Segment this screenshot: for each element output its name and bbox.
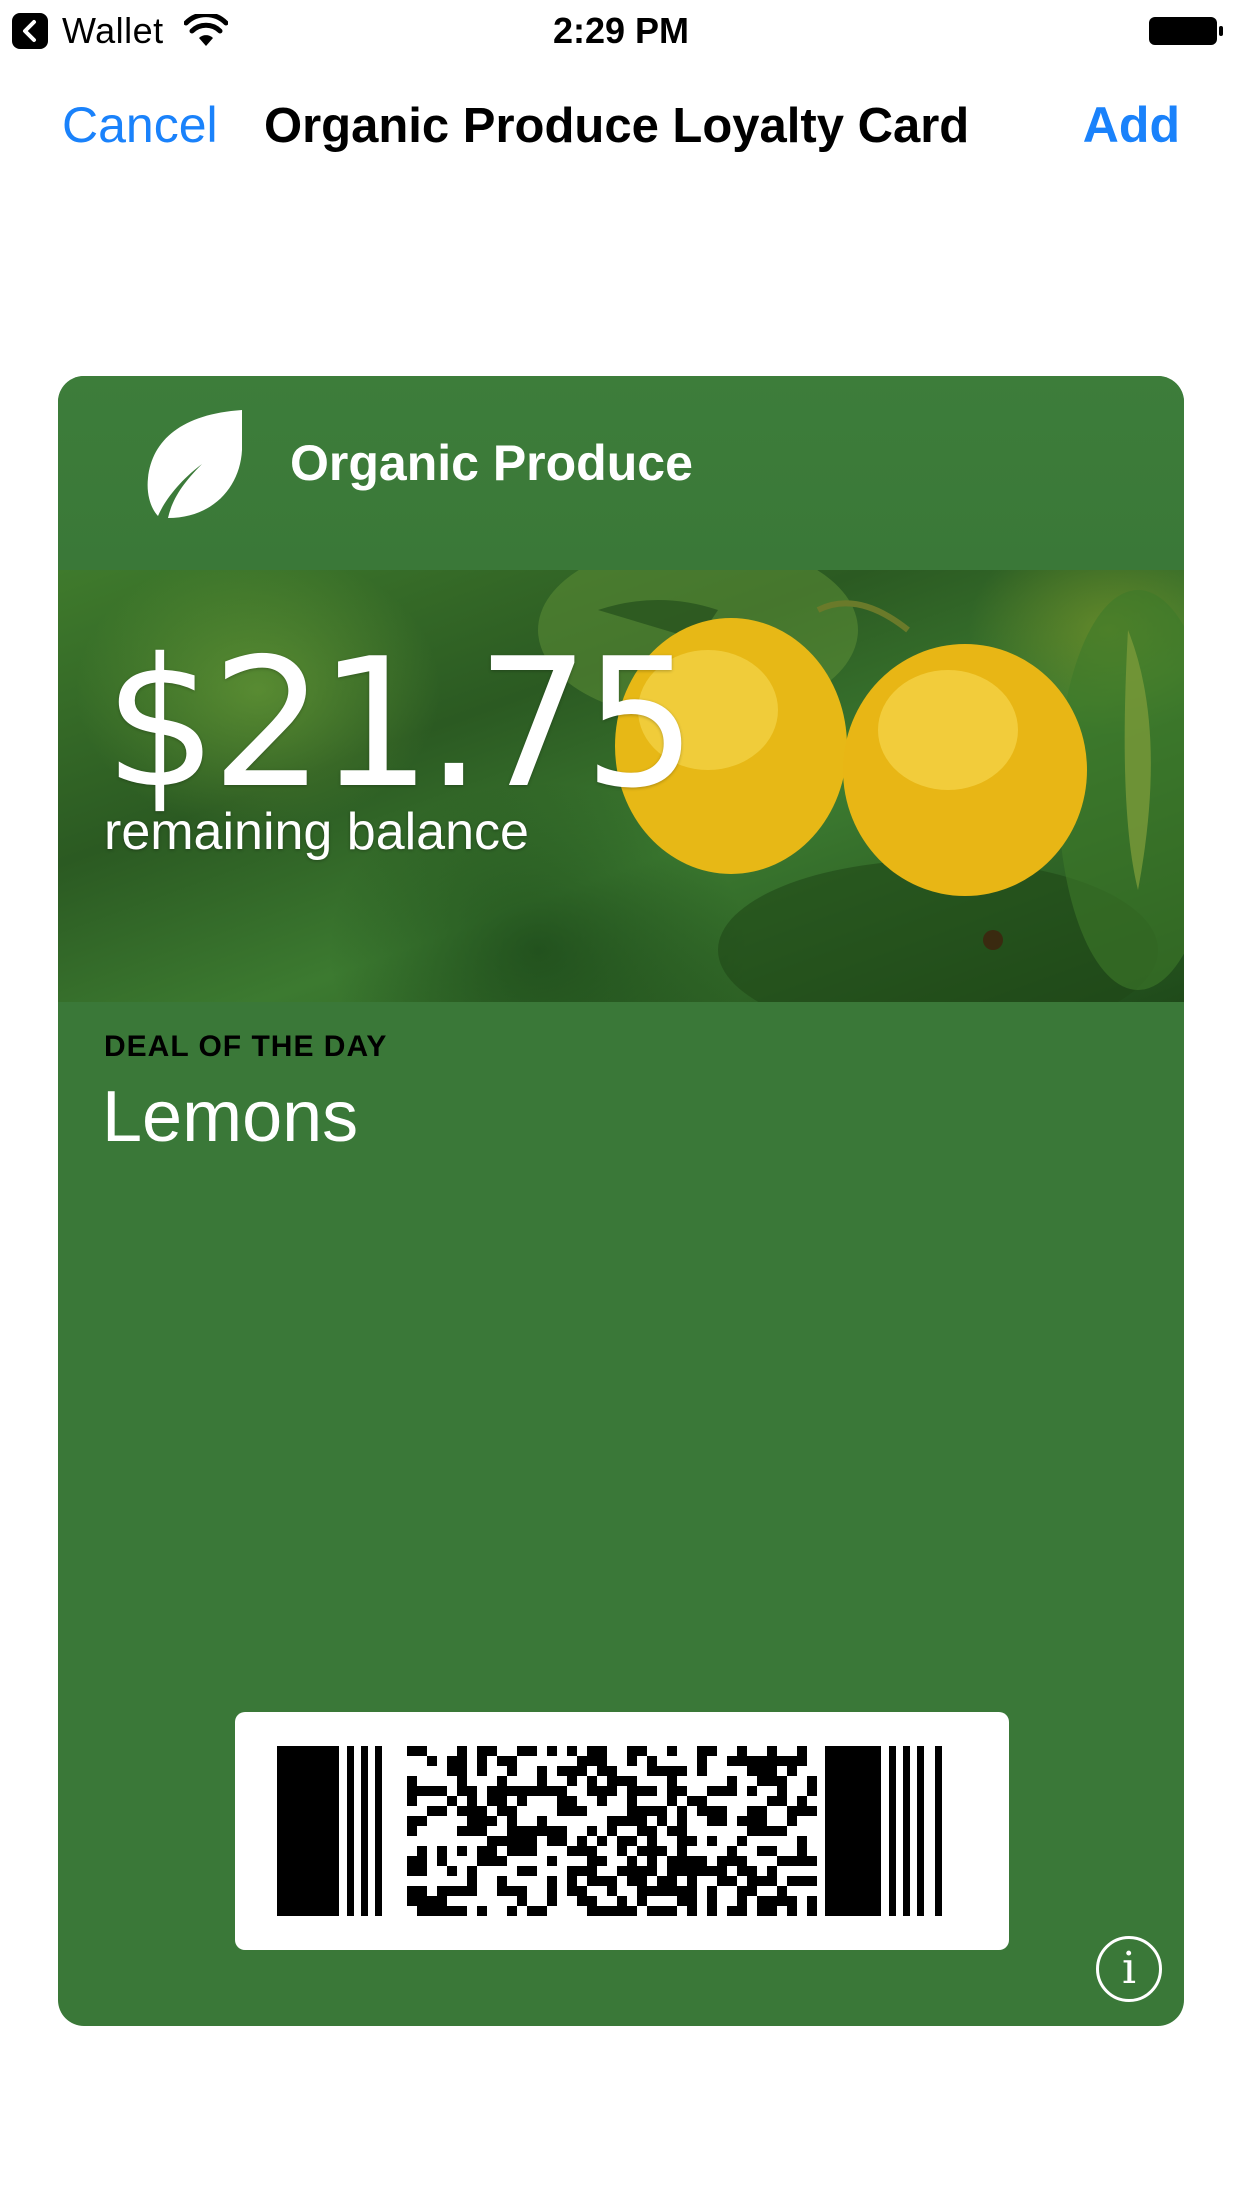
- balance-label: remaining balance: [104, 803, 529, 861]
- add-button[interactable]: Add: [1083, 96, 1180, 154]
- balance-value: $21.75: [104, 620, 697, 827]
- battery-icon: [1148, 16, 1224, 51]
- info-icon[interactable]: i: [1096, 1936, 1162, 2002]
- deal-label: DEAL OF THE DAY: [104, 1030, 388, 1063]
- add-pass-screen: Wallet 2:29 PM Cancel Organic Produce Lo…: [0, 0, 1242, 2208]
- page-title: Organic Produce Loyalty Card: [264, 99, 970, 153]
- pass-header: Organic Produce: [58, 376, 1184, 570]
- status-time: 2:29 PM: [552, 10, 690, 51]
- deal-value: Lemons: [102, 1077, 359, 1157]
- strip-image: $21.75 remaining balance: [58, 570, 1184, 1002]
- nav-bar: Cancel Organic Produce Loyalty Card Add: [0, 88, 1242, 168]
- barcode-container: [235, 1712, 1009, 1950]
- status-bar: Wallet 2:29 PM: [0, 0, 1242, 60]
- pass-card: Organic Produce $21.75 remaining balance…: [58, 376, 1184, 2026]
- pdf417-barcode: [277, 1746, 942, 1916]
- cancel-button[interactable]: Cancel: [62, 96, 218, 154]
- leaf-icon: [122, 392, 262, 537]
- organization-name: Organic Produce: [290, 435, 693, 491]
